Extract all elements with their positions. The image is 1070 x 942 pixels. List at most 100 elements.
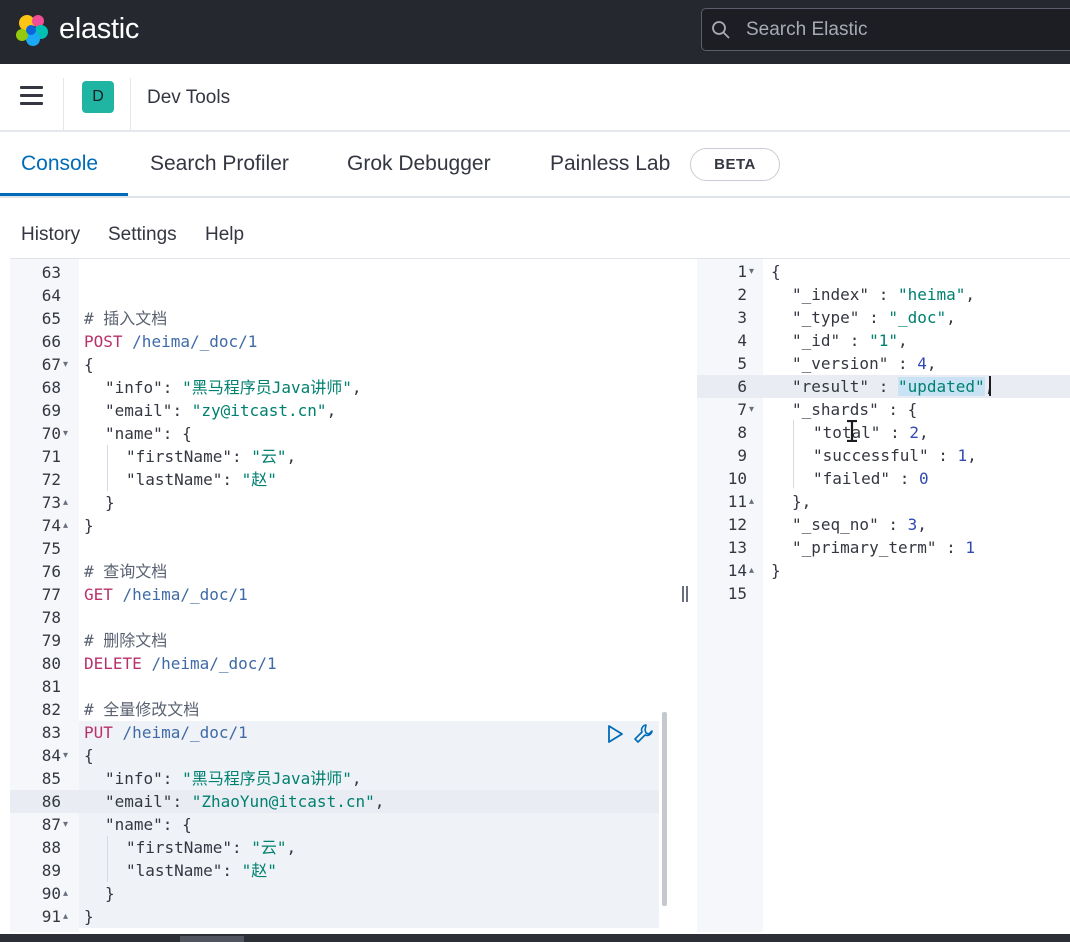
line-number: 65 [41,309,61,328]
play-icon[interactable] [606,724,624,744]
horizontal-scrollbar[interactable] [0,934,1070,942]
json-comma: , [326,401,337,420]
code-line: PUT /heima/_doc/1 [84,721,248,744]
hamburger-menu-button[interactable] [20,86,44,108]
fold-arrow-up-icon[interactable]: ▴ [749,490,754,513]
json-value: "赵" [241,470,277,489]
json-comma: , [917,515,927,534]
fold-arrow-down-icon[interactable]: ▾ [749,398,754,421]
line-number: 68 [41,378,61,397]
code-comment: # 查询文档 [84,562,168,581]
http-method: POST [84,332,123,351]
json-brace: { [84,746,94,765]
pane-resizer-handle[interactable] [681,586,689,602]
code-line: # 删除文档 [84,629,167,652]
json-key: "_version" [792,354,889,373]
code-line: "email": "ZhaoYun@itcast.cn", [105,790,384,813]
request-editor-scrollbar[interactable] [662,712,667,906]
line-number: 81 [41,677,61,696]
line-number: 89 [41,861,61,880]
line-number: 14 [727,561,747,580]
json-key: "_primary_term" [792,538,937,557]
global-search[interactable] [701,8,1070,51]
tab-grok-debugger[interactable]: Grok Debugger [347,152,491,176]
code-line: "result" : "updated", [792,375,994,398]
line-number: 63 [41,263,61,282]
space-avatar[interactable]: D [82,81,114,113]
fold-arrow-down-icon[interactable]: ▾ [63,744,68,767]
request-url: /heima/_doc/1 [122,585,248,604]
code-line: "_type" : "_doc", [792,306,956,329]
json-colon: : [869,377,898,396]
line-number: 70 [41,424,61,443]
code-comment: # 全量修改文档 [84,700,200,719]
indent-guide [107,836,108,882]
wrench-icon[interactable] [632,722,656,746]
history-link[interactable]: History [21,224,80,246]
fold-arrow-down-icon[interactable]: ▾ [63,813,68,836]
json-key: "email" [105,401,173,420]
elastic-logo-icon[interactable] [14,12,50,48]
json-comma: , [351,769,362,788]
line-number: 86 [41,792,61,811]
fold-arrow-up-icon[interactable]: ▴ [63,905,68,928]
settings-link[interactable]: Settings [108,224,177,246]
line-number: 82 [41,700,61,719]
json-colon: : [878,515,908,534]
json-brace: } [84,516,94,535]
fold-arrow-up-icon[interactable]: ▴ [749,559,754,582]
tab-painless-lab[interactable]: Painless Lab [550,152,670,176]
json-comma: , [286,838,297,857]
tab-search-profiler[interactable]: Search Profiler [150,152,289,176]
line-number: 4 [737,331,747,350]
line-number: 9 [737,446,747,465]
beta-badge: BETA [690,148,780,181]
tab-console[interactable]: Console [21,152,98,176]
search-input[interactable] [746,18,1046,42]
http-method: GET [84,585,113,604]
code-line: "failed" : 0 [813,467,929,490]
json-colon: : [928,446,958,465]
line-number: 3 [737,308,747,327]
fold-arrow-down-icon[interactable]: ▾ [63,353,68,376]
json-colon: : [859,308,889,327]
fold-arrow-up-icon[interactable]: ▴ [63,882,68,905]
code-line: "_version" : 4, [792,352,937,375]
code-comment: # 插入文档 [84,309,168,328]
json-value: 4 [917,354,927,373]
active-tab-indicator [0,193,128,196]
json-key: "firstName" [126,447,232,466]
brand-name[interactable]: elastic [59,13,139,46]
json-value: { [182,815,192,834]
line-number: 79 [41,631,61,650]
code-line: "_primary_term" : 1 [792,536,975,559]
text-caret [989,376,991,396]
line-number: 67 [41,355,61,374]
line-number: 71 [41,447,61,466]
top-header: elastic [0,0,1070,64]
json-value: "黑马程序员Java讲师" [182,378,352,397]
json-key: "result" [792,377,870,396]
fold-arrow-up-icon[interactable]: ▴ [63,491,68,514]
fold-arrow-up-icon[interactable]: ▴ [63,514,68,537]
json-key: "_shards" [792,400,879,419]
line-number: 80 [41,654,61,673]
json-key: "failed" [813,469,891,488]
fold-arrow-down-icon[interactable]: ▾ [63,422,68,445]
menu-bar-icon [20,94,43,97]
code-line: POST /heima/_doc/1 [84,330,257,353]
json-colon: : [172,792,192,811]
json-brace: } [105,493,115,512]
json-colon: : [840,331,870,350]
line-number: 91 [41,907,61,926]
help-link[interactable]: Help [205,224,244,246]
indent-guide [107,445,108,491]
json-key: "info" [105,378,163,397]
breadcrumb-dev-tools[interactable]: Dev Tools [147,87,230,109]
json-value: "云" [251,447,287,466]
fold-arrow-down-icon[interactable]: ▾ [749,260,754,283]
json-brace: { [771,262,781,281]
horizontal-scroll-thumb[interactable] [180,936,244,942]
line-number: 74 [41,516,61,535]
dev-tools-tabs: Console Search Profiler Grok Debugger Pa… [0,132,1070,198]
